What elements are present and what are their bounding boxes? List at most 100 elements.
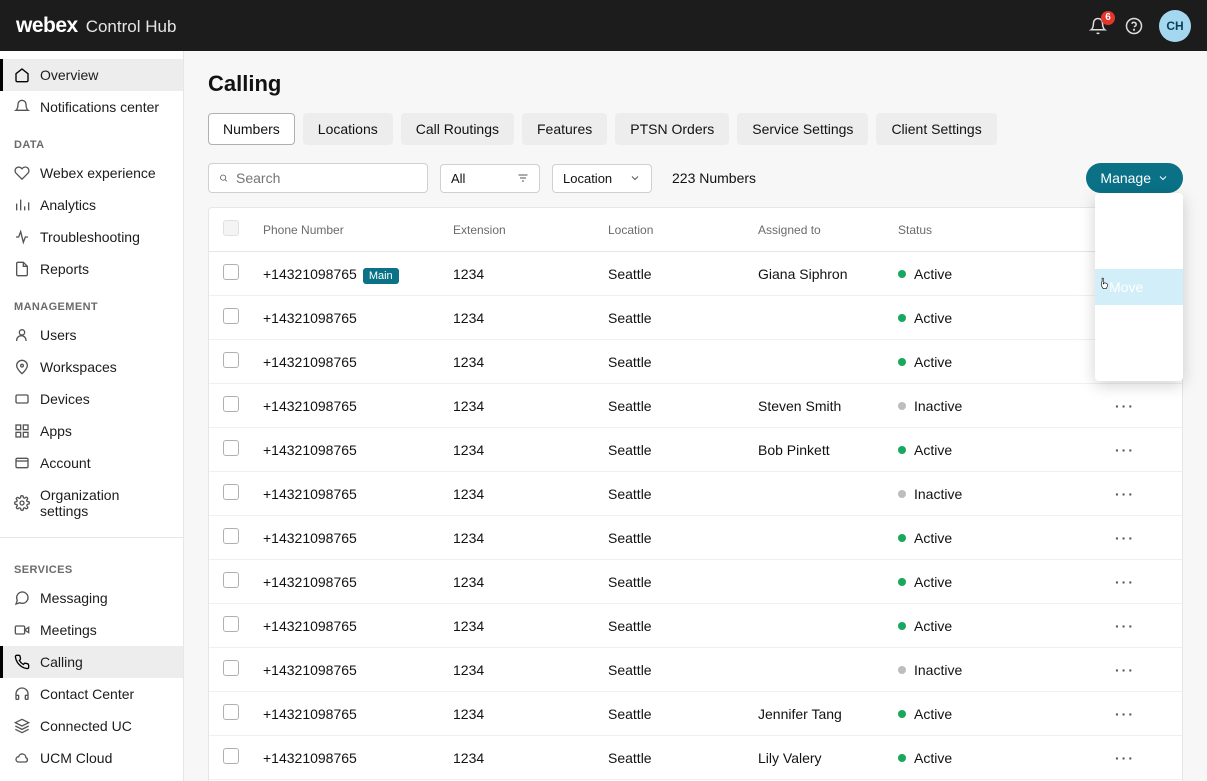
- tab-ptsn-orders[interactable]: PTSN Orders: [615, 113, 729, 145]
- cell-extension: 1234: [443, 736, 598, 780]
- status-label: Active: [914, 266, 952, 282]
- sidebar-item-devices[interactable]: Devices: [0, 383, 183, 415]
- sidebar-item-organization-settings[interactable]: Organization settings: [0, 479, 183, 527]
- row-checkbox[interactable]: [223, 396, 239, 412]
- menu-item-add[interactable]: Add: [1095, 197, 1183, 233]
- sidebar-item-users[interactable]: Users: [0, 319, 183, 351]
- table-row[interactable]: +143210987651234SeattleActive···: [209, 604, 1182, 648]
- row-checkbox[interactable]: [223, 528, 239, 544]
- table-row[interactable]: +143210987651234SeattleActive···: [209, 340, 1182, 384]
- sidebar-item-contact-center[interactable]: Contact Center: [0, 678, 183, 710]
- tab-locations[interactable]: Locations: [303, 113, 393, 145]
- table-row[interactable]: +14321098765Main1234SeattleGiana Siphron…: [209, 252, 1182, 296]
- col-phone[interactable]: Phone Number: [253, 208, 443, 252]
- sidebar-item-connected-uc[interactable]: Connected UC: [0, 710, 183, 742]
- status-label: Active: [914, 354, 952, 370]
- headset-icon: [14, 686, 30, 702]
- menu-item-activate[interactable]: Activate: [1095, 233, 1183, 269]
- menu-item-move[interactable]: Move: [1095, 269, 1183, 305]
- table-row[interactable]: +143210987651234SeattleActive···: [209, 296, 1182, 340]
- filter-all-label: All: [451, 171, 465, 186]
- cell-assigned: Jennifer Tang: [748, 692, 888, 736]
- row-checkbox[interactable]: [223, 616, 239, 632]
- table-row[interactable]: +143210987651234SeattleInactive···: [209, 472, 1182, 516]
- select-all-checkbox[interactable]: [223, 220, 239, 236]
- cell-assigned: Lily Valery: [748, 736, 888, 780]
- sidebar-item-meetings[interactable]: Meetings: [0, 614, 183, 646]
- col-assigned[interactable]: Assigned to: [748, 208, 888, 252]
- sidebar-item-analytics[interactable]: Analytics: [0, 189, 183, 221]
- cell-extension: 1234: [443, 472, 598, 516]
- table-row[interactable]: +143210987651234SeattleInactive···: [209, 648, 1182, 692]
- table-row[interactable]: +143210987651234SeattleBob PinkettActive…: [209, 428, 1182, 472]
- row-checkbox[interactable]: [223, 704, 239, 720]
- content: Calling NumbersLocationsCall RoutingsFea…: [184, 51, 1207, 781]
- row-actions-button[interactable]: ···: [1115, 486, 1135, 502]
- sidebar-item-label: Analytics: [40, 197, 96, 213]
- cell-status: Active: [888, 560, 1068, 604]
- sidebar-item-label: Account: [40, 455, 91, 471]
- row-actions-button[interactable]: ···: [1115, 706, 1135, 722]
- row-actions-button[interactable]: ···: [1115, 442, 1135, 458]
- col-location[interactable]: Location: [598, 208, 748, 252]
- cell-status: Active: [888, 340, 1068, 384]
- table-row[interactable]: +143210987651234SeattleJennifer TangActi…: [209, 692, 1182, 736]
- chevron-down-icon: [629, 172, 641, 184]
- cell-phone: +14321098765: [253, 560, 443, 604]
- row-checkbox[interactable]: [223, 352, 239, 368]
- sidebar-item-label: Overview: [40, 67, 98, 83]
- sidebar-item-account[interactable]: Account: [0, 447, 183, 479]
- status-label: Inactive: [914, 398, 962, 414]
- sidebar-item-workspaces[interactable]: Workspaces: [0, 351, 183, 383]
- chat-icon: [14, 590, 30, 606]
- filter-icon: [517, 172, 529, 184]
- sidebar-item-overview[interactable]: Overview: [0, 59, 183, 91]
- filter-location[interactable]: Location: [552, 164, 652, 193]
- filter-all[interactable]: All: [440, 164, 540, 193]
- row-actions-button[interactable]: ···: [1115, 530, 1135, 546]
- row-checkbox[interactable]: [223, 440, 239, 456]
- table-row[interactable]: +143210987651234SeattleActive···: [209, 516, 1182, 560]
- col-status[interactable]: Status: [888, 208, 1068, 252]
- row-actions-button[interactable]: ···: [1115, 662, 1135, 678]
- search-input[interactable]: [236, 170, 417, 186]
- tab-service-settings[interactable]: Service Settings: [737, 113, 868, 145]
- sidebar-item-reports[interactable]: Reports: [0, 253, 183, 285]
- menu-item-export[interactable]: Export: [1095, 341, 1183, 377]
- table-row[interactable]: +143210987651234SeattleSteven SmithInact…: [209, 384, 1182, 428]
- tab-features[interactable]: Features: [522, 113, 607, 145]
- avatar[interactable]: CH: [1159, 10, 1191, 42]
- tab-client-settings[interactable]: Client Settings: [876, 113, 996, 145]
- help-button[interactable]: [1123, 15, 1145, 37]
- row-checkbox[interactable]: [223, 264, 239, 280]
- sidebar-item-label: Connected UC: [40, 718, 132, 734]
- table-row[interactable]: +143210987651234SeattleActive···: [209, 560, 1182, 604]
- sidebar-item-notifications-center[interactable]: Notifications center: [0, 91, 183, 123]
- row-checkbox[interactable]: [223, 660, 239, 676]
- col-extension[interactable]: Extension: [443, 208, 598, 252]
- sidebar-item-calling[interactable]: Calling: [0, 646, 183, 678]
- tab-numbers[interactable]: Numbers: [208, 113, 295, 145]
- tab-call-routings[interactable]: Call Routings: [401, 113, 514, 145]
- row-checkbox[interactable]: [223, 308, 239, 324]
- row-checkbox[interactable]: [223, 572, 239, 588]
- menu-item-delete[interactable]: Delete: [1095, 305, 1183, 341]
- row-actions-button[interactable]: ···: [1115, 574, 1135, 590]
- table-row[interactable]: +143210987651234SeattleLily ValeryActive…: [209, 736, 1182, 780]
- sidebar-item-label: Webex experience: [40, 165, 156, 181]
- row-actions-button[interactable]: ···: [1115, 398, 1135, 414]
- brand: webex Control Hub: [16, 14, 176, 38]
- manage-button[interactable]: Manage AddActivateMoveDeleteExport: [1086, 163, 1183, 193]
- notifications-button[interactable]: 6: [1087, 15, 1109, 37]
- row-checkbox[interactable]: [223, 484, 239, 500]
- search-box[interactable]: [208, 163, 428, 193]
- row-actions-button[interactable]: ···: [1115, 750, 1135, 766]
- sidebar-item-messaging[interactable]: Messaging: [0, 582, 183, 614]
- row-checkbox[interactable]: [223, 748, 239, 764]
- cell-extension: 1234: [443, 648, 598, 692]
- sidebar-item-apps[interactable]: Apps: [0, 415, 183, 447]
- sidebar-item-ucm-cloud[interactable]: UCM Cloud: [0, 742, 183, 774]
- sidebar-item-webex-experience[interactable]: Webex experience: [0, 157, 183, 189]
- row-actions-button[interactable]: ···: [1115, 618, 1135, 634]
- sidebar-item-troubleshooting[interactable]: Troubleshooting: [0, 221, 183, 253]
